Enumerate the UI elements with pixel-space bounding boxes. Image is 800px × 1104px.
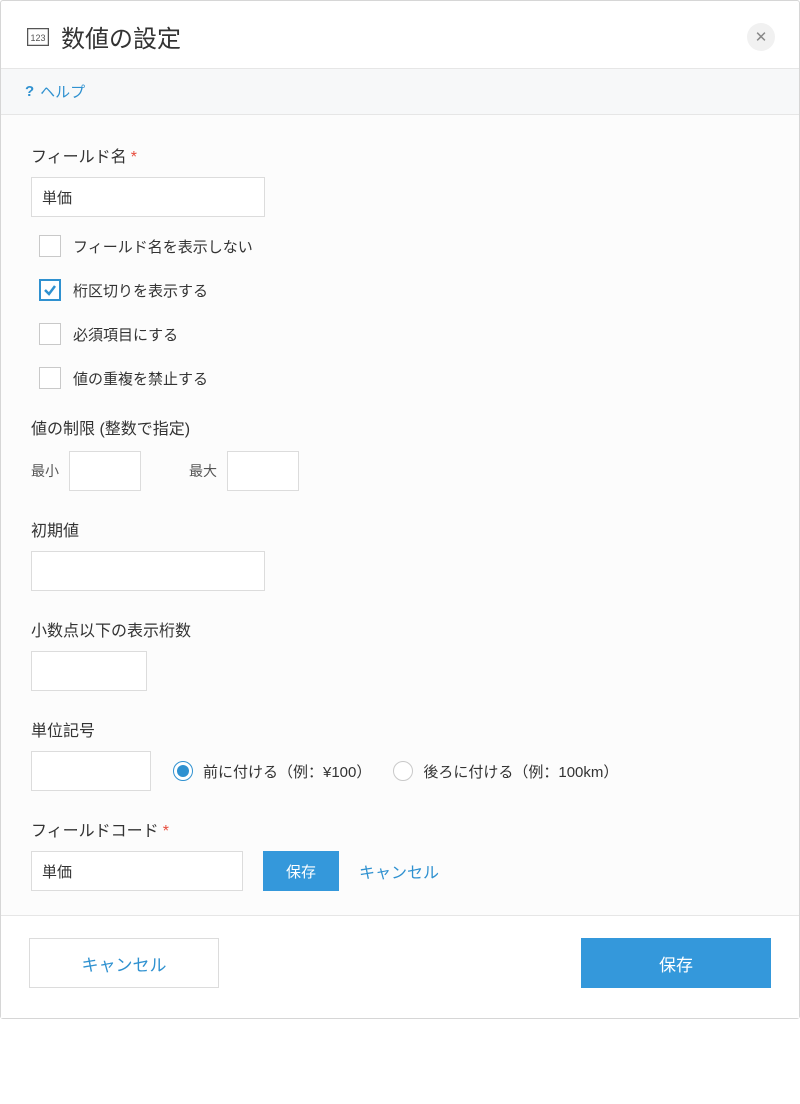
- save-button[interactable]: 保存: [581, 938, 771, 988]
- unit-label: 単位記号: [31, 717, 769, 741]
- cancel-button[interactable]: キャンセル: [29, 938, 219, 988]
- required-checkbox[interactable]: 必須項目にする: [31, 323, 769, 345]
- dialog-footer: キャンセル 保存: [1, 915, 799, 1018]
- help-icon: ?: [25, 83, 34, 100]
- unit-block: 単位記号 前に付ける（例：¥100） 後ろに付ける（例：100km）: [31, 717, 769, 791]
- required-mark: *: [163, 823, 169, 840]
- value-limit-block: 値の制限 (整数で指定) 最小 最大: [31, 415, 769, 491]
- field-code-save-button[interactable]: 保存: [263, 851, 339, 891]
- dialog-title-wrap: 123 数値の設定: [27, 19, 181, 54]
- svg-text:123: 123: [30, 33, 45, 43]
- dialog-header: 123 数値の設定 ✕: [1, 1, 799, 69]
- checkbox-icon: [39, 367, 61, 389]
- field-code-cancel-link[interactable]: キャンセル: [359, 859, 439, 883]
- digit-separator-checkbox[interactable]: 桁区切りを表示する: [31, 279, 769, 301]
- number-settings-dialog: 123 数値の設定 ✕ ? ヘルプ フィールド名* フィールド名を表示しない: [0, 0, 800, 1019]
- checkbox-label: フィールド名を表示しない: [73, 236, 253, 257]
- min-label: 最小: [31, 461, 59, 481]
- help-label: ヘルプ: [40, 81, 85, 102]
- dialog-body: フィールド名* フィールド名を表示しない 桁区切りを表示する 必須項目にする: [1, 115, 799, 915]
- radio-label: 前に付ける（例：¥100）: [203, 761, 371, 782]
- unit-input[interactable]: [31, 751, 151, 791]
- field-options: フィールド名を表示しない 桁区切りを表示する 必須項目にする 値の重複を禁止する: [31, 235, 769, 389]
- unit-row: 前に付ける（例：¥100） 後ろに付ける（例：100km）: [31, 751, 769, 791]
- default-value-block: 初期値: [31, 517, 769, 591]
- checkbox-label: 桁区切りを表示する: [73, 280, 208, 301]
- field-code-label: フィールドコード*: [31, 817, 769, 841]
- close-button[interactable]: ✕: [747, 23, 775, 51]
- default-value-input[interactable]: [31, 551, 265, 591]
- max-value-input[interactable]: [227, 451, 299, 491]
- unit-suffix-radio[interactable]: 後ろに付ける（例：100km）: [393, 761, 618, 782]
- field-code-input[interactable]: [31, 851, 243, 891]
- field-name-label: フィールド名*: [31, 143, 769, 167]
- value-limit-row: 最小 最大: [31, 451, 769, 491]
- default-value-label: 初期値: [31, 517, 769, 541]
- hide-field-name-checkbox[interactable]: フィールド名を表示しない: [31, 235, 769, 257]
- decimal-places-block: 小数点以下の表示桁数: [31, 617, 769, 691]
- field-name-block: フィールド名* フィールド名を表示しない 桁区切りを表示する 必須項目にする: [31, 143, 769, 389]
- field-code-block: フィールドコード* 保存 キャンセル: [31, 817, 769, 891]
- field-code-row: 保存 キャンセル: [31, 851, 769, 891]
- max-label: 最大: [189, 461, 217, 481]
- unique-checkbox[interactable]: 値の重複を禁止する: [31, 367, 769, 389]
- checkbox-icon: [39, 235, 61, 257]
- value-limit-label: 値の制限 (整数で指定): [31, 415, 769, 439]
- min-value-input[interactable]: [69, 451, 141, 491]
- required-mark: *: [131, 149, 137, 166]
- decimal-places-input[interactable]: [31, 651, 147, 691]
- help-link[interactable]: ? ヘルプ: [25, 81, 85, 102]
- checkbox-icon: [39, 323, 61, 345]
- help-bar: ? ヘルプ: [1, 69, 799, 115]
- decimal-places-label: 小数点以下の表示桁数: [31, 617, 769, 641]
- checkbox-label: 値の重複を禁止する: [73, 368, 208, 389]
- radio-icon: [173, 761, 193, 781]
- checkbox-icon: [39, 279, 61, 301]
- radio-icon: [393, 761, 413, 781]
- dialog-title: 数値の設定: [61, 19, 181, 54]
- checkbox-label: 必須項目にする: [73, 324, 178, 345]
- field-name-input[interactable]: [31, 177, 265, 217]
- number-field-icon: 123: [27, 28, 49, 46]
- radio-label: 後ろに付ける（例：100km）: [423, 761, 618, 782]
- unit-prefix-radio[interactable]: 前に付ける（例：¥100）: [173, 761, 371, 782]
- close-icon: ✕: [755, 28, 768, 46]
